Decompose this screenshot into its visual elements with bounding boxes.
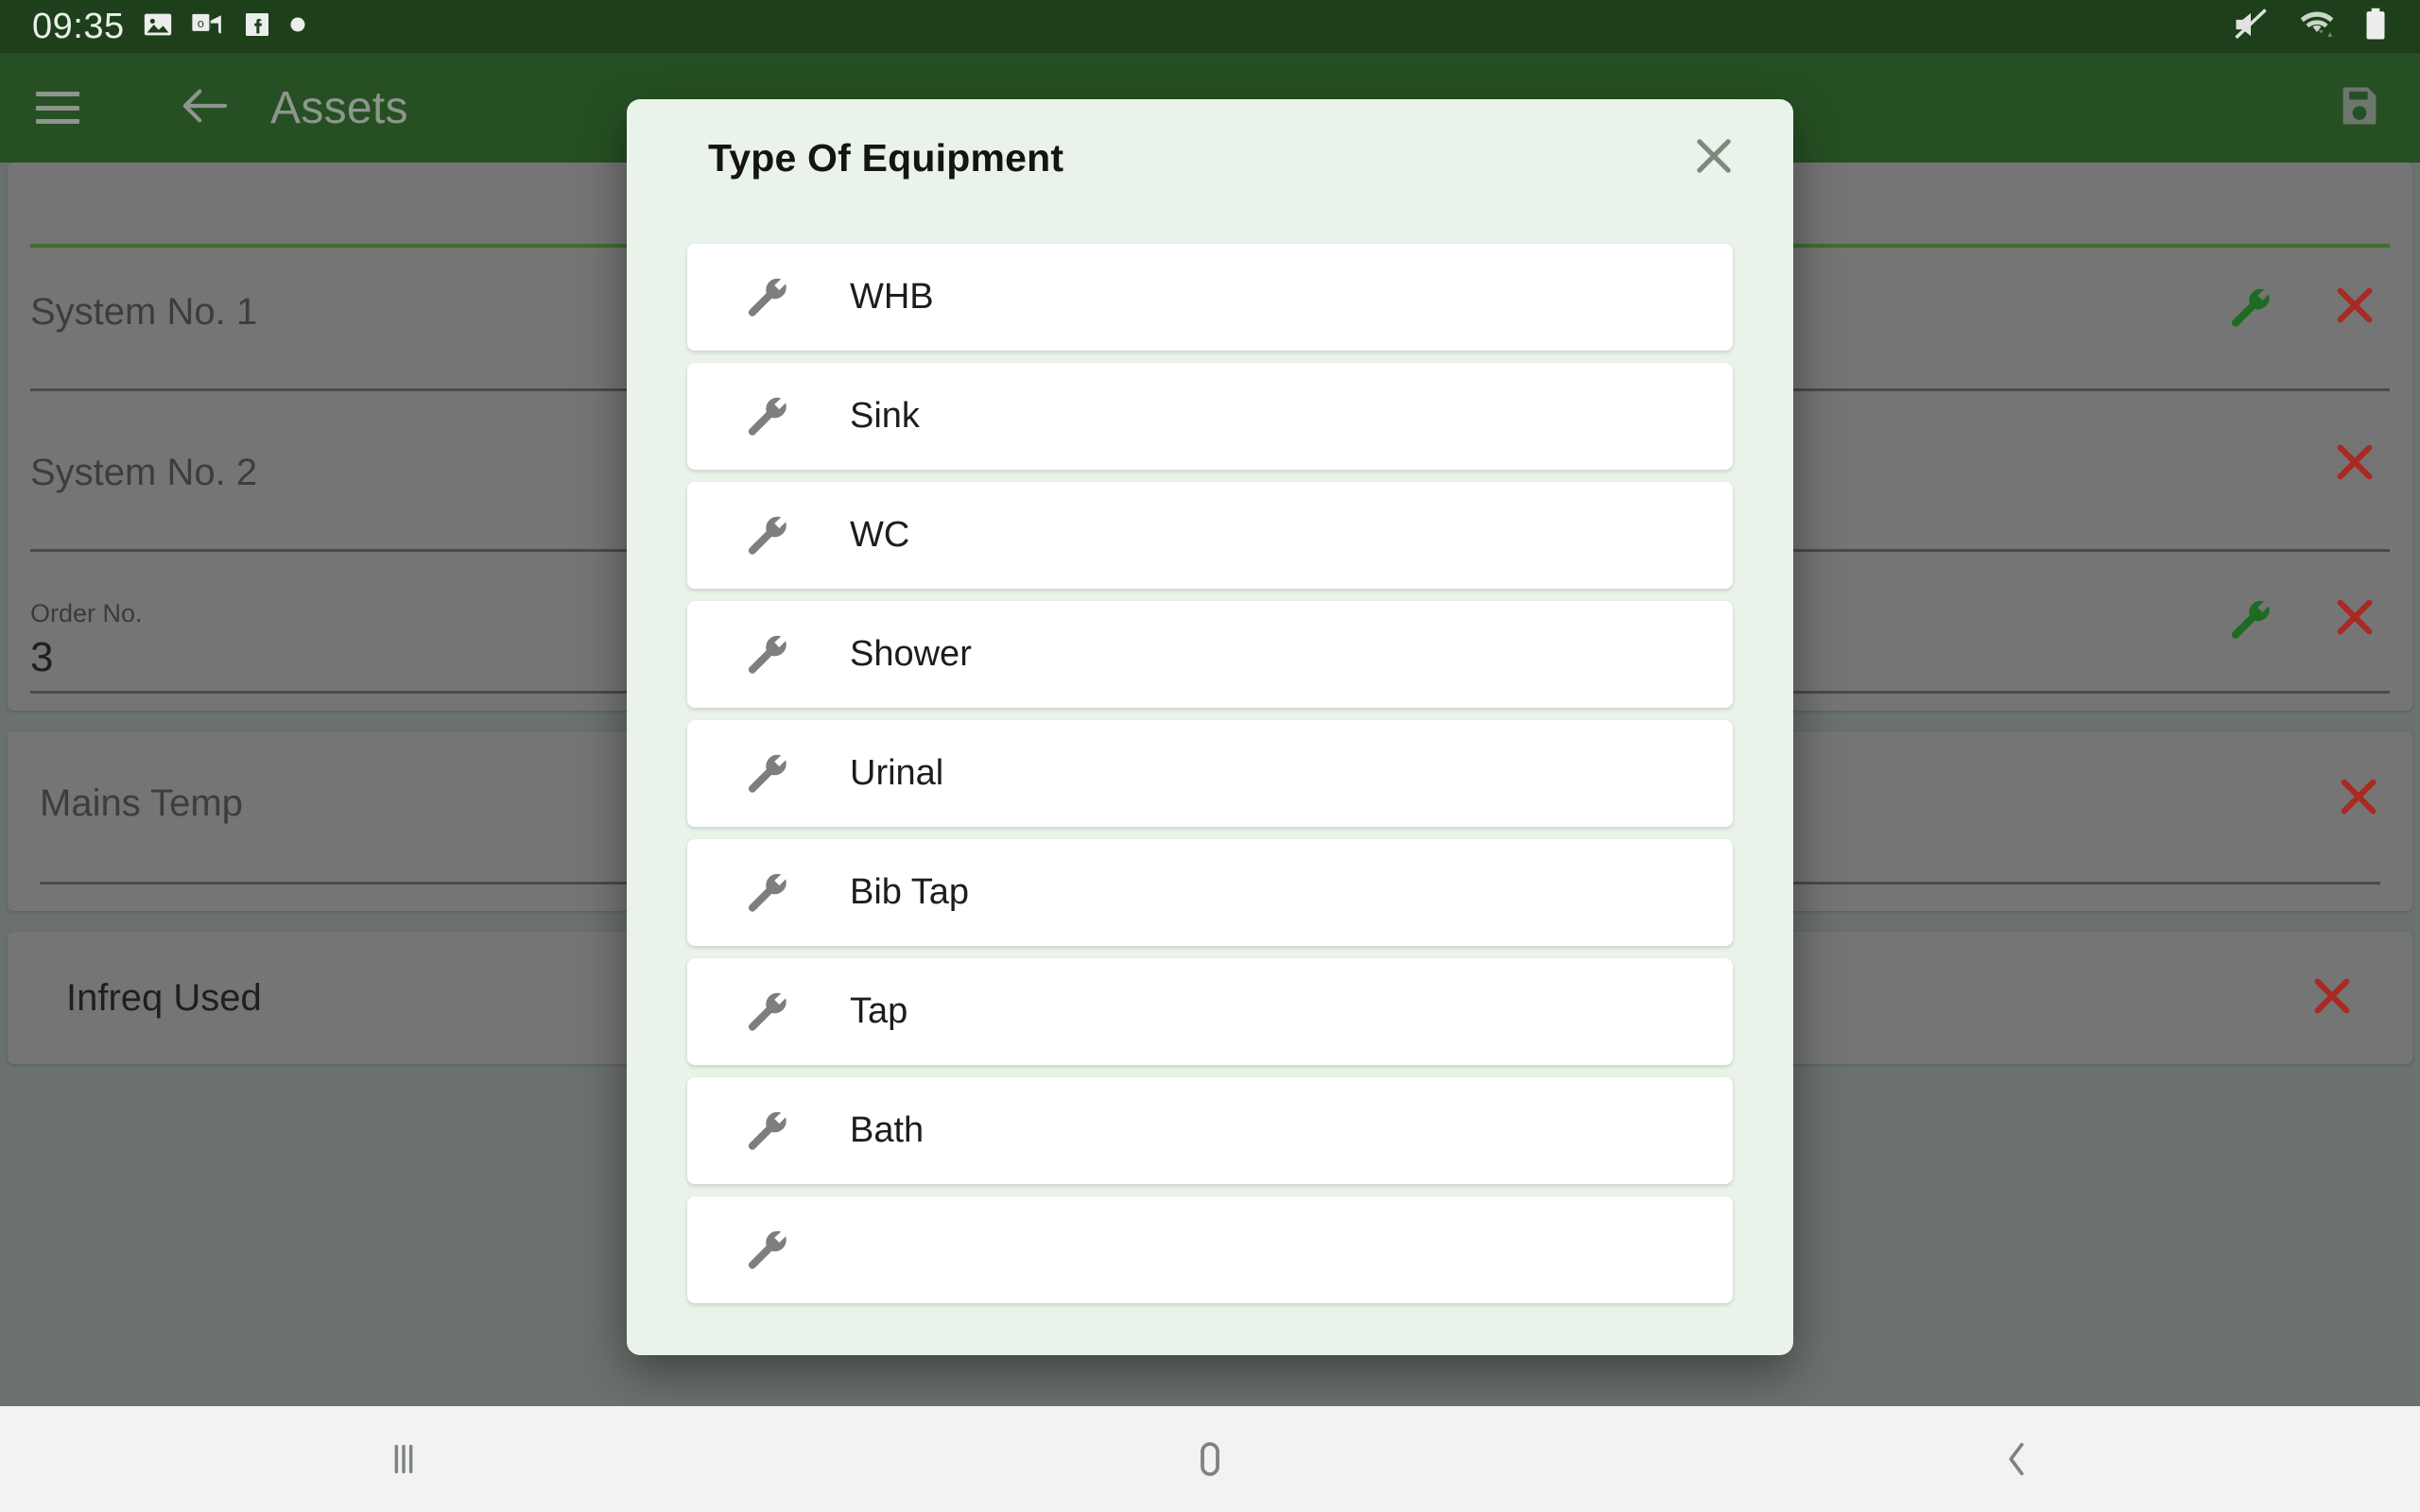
clear-x-icon[interactable]	[2337, 731, 2380, 823]
recents-icon[interactable]	[0, 1437, 806, 1481]
svg-text:o: o	[198, 16, 204, 29]
wrench-icon	[740, 1103, 791, 1159]
list-item[interactable]: WC	[687, 482, 1733, 589]
close-icon[interactable]	[1689, 131, 1738, 185]
wrench-icon	[740, 507, 791, 563]
back-arrow-icon[interactable]	[180, 84, 231, 132]
clear-x-icon[interactable]	[2333, 440, 2377, 489]
page-title: Assets	[270, 82, 408, 133]
wrench-icon[interactable]	[2223, 592, 2274, 647]
clear-x-icon[interactable]	[2333, 284, 2377, 332]
list-item-label: Bib Tap	[850, 872, 970, 912]
save-icon[interactable]	[2335, 81, 2384, 135]
wrench-icon[interactable]	[2223, 280, 2274, 335]
list-item-label: Urinal	[850, 753, 944, 793]
order-no-value: 3	[30, 634, 54, 680]
list-item[interactable]: Sink	[687, 363, 1733, 470]
status-bar: 09:35 o	[0, 0, 2420, 53]
list-item-label: WHB	[850, 277, 934, 317]
status-bar-right	[2231, 7, 2388, 47]
dialog-title: Type Of Equipment	[708, 136, 1064, 180]
list-item[interactable]: WHB	[687, 244, 1733, 351]
dot-icon	[289, 16, 306, 38]
list-item-label: Shower	[850, 634, 972, 674]
wrench-icon	[740, 1222, 791, 1278]
battery-icon	[2363, 7, 2388, 47]
wrench-icon	[740, 269, 791, 325]
type-of-equipment-dialog: Type Of Equipment WHB Sink WC Shower Urinal B…	[627, 99, 1793, 1355]
screen: 09:35 o Assets System No. 1 System No. 2…	[0, 0, 2420, 1512]
list-item[interactable]: Shower	[687, 601, 1733, 708]
photos-icon	[142, 9, 174, 45]
wrench-icon	[740, 746, 791, 801]
equipment-list[interactable]: WHB Sink WC Shower Urinal Bib Tap Tap Bath	[627, 217, 1793, 1355]
list-item-label: Bath	[850, 1110, 925, 1150]
outlook-icon: o	[191, 9, 225, 45]
status-bar-clock: 09:35	[32, 6, 125, 46]
hamburger-menu-icon[interactable]	[36, 92, 79, 124]
list-item-label: Tap	[850, 991, 908, 1031]
wifi-icon	[2295, 7, 2339, 47]
android-nav-bar	[0, 1406, 2420, 1512]
back-icon[interactable]	[1614, 1437, 2420, 1481]
system-no-2-label: System No. 2	[30, 452, 258, 493]
list-item[interactable]: Bib Tap	[687, 839, 1733, 946]
wrench-icon	[740, 388, 791, 444]
list-item[interactable]: Urinal	[687, 720, 1733, 827]
list-item-label: WC	[850, 515, 910, 555]
wrench-icon	[740, 627, 791, 682]
wrench-icon	[740, 865, 791, 920]
clear-x-icon[interactable]	[2310, 974, 2354, 1022]
facebook-icon	[242, 9, 272, 44]
home-icon[interactable]	[806, 1436, 1613, 1482]
mute-icon	[2231, 7, 2271, 47]
clear-x-icon[interactable]	[2333, 595, 2377, 644]
mains-temp-label: Mains Temp	[40, 782, 243, 824]
dialog-header: Type Of Equipment	[627, 99, 1793, 217]
order-no-actions	[2223, 569, 2390, 647]
list-item[interactable]	[687, 1196, 1733, 1303]
infreq-used-label: Infreq Used	[66, 976, 262, 1019]
list-item[interactable]: Bath	[687, 1077, 1733, 1184]
system-no-1-label: System No. 1	[30, 291, 258, 333]
system-no-1-actions	[2223, 248, 2390, 335]
list-item[interactable]: Tap	[687, 958, 1733, 1065]
order-no-label: Order No.	[30, 599, 143, 627]
order-no-group: Order No. 3	[30, 569, 143, 681]
system-no-2-actions	[2333, 408, 2390, 489]
list-item-label: Sink	[850, 396, 920, 436]
wrench-icon	[740, 984, 791, 1040]
status-bar-left: 09:35 o	[32, 7, 306, 47]
